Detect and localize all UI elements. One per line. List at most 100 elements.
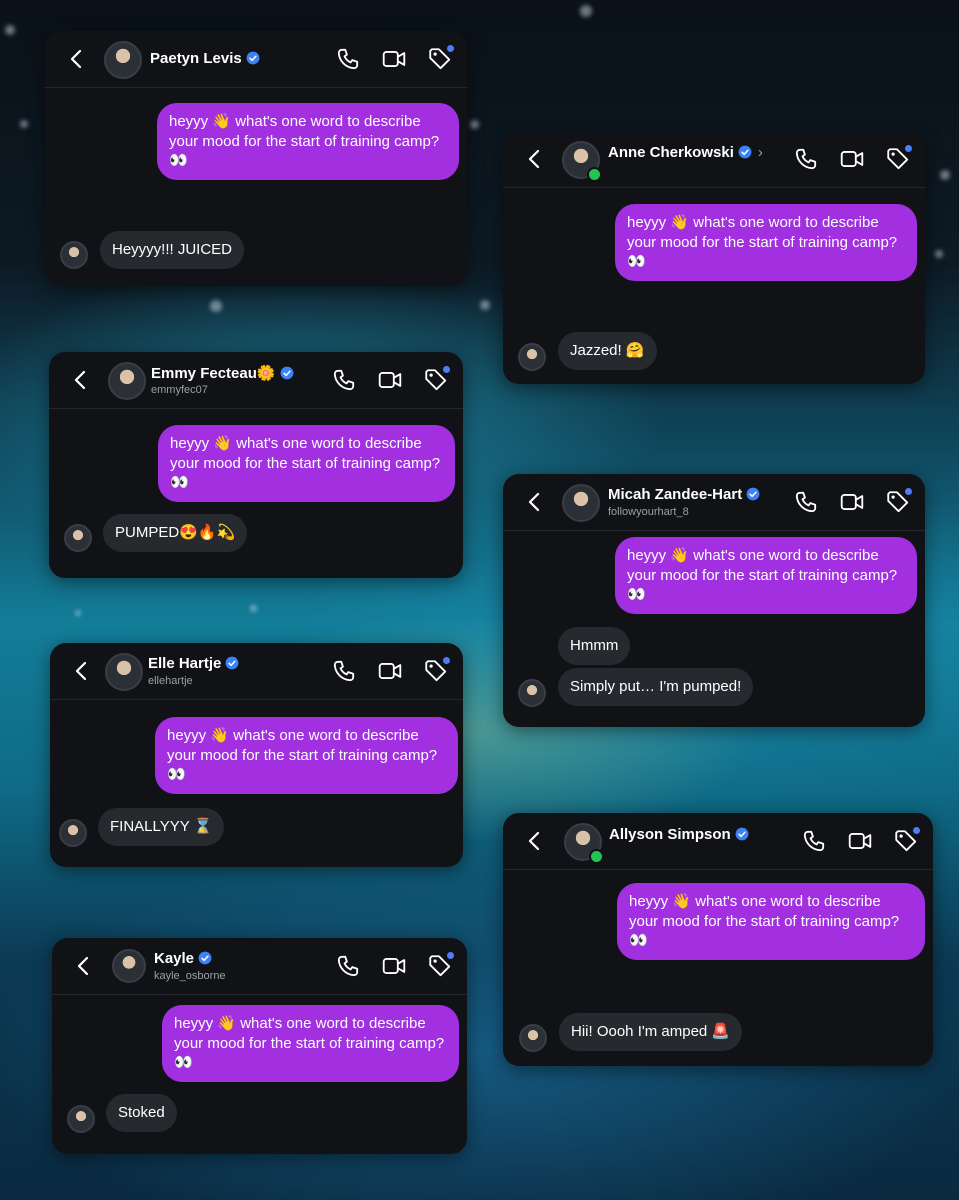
notification-dot [447,952,454,959]
contact-handle: kayle_osborne [154,970,226,982]
back-chevron-icon[interactable] [65,47,89,71]
notification-dot [443,657,450,664]
contact-name[interactable]: Elle Hartje [148,655,239,672]
avatar[interactable] [112,949,146,983]
sender-avatar [67,1105,95,1133]
chat-card-kayle: Kayle kayle_osborne heyyy 👋 what's one w… [52,938,467,1154]
contact-handle: followyourhart_8 [608,506,689,518]
back-chevron-icon[interactable] [523,147,547,171]
sender-avatar [64,524,92,552]
phone-icon[interactable] [335,953,361,979]
chat-card-paetyn-levis: Paetyn Levis heyyy 👋 what's one word to … [45,31,467,286]
phone-icon[interactable] [331,658,357,684]
sender-avatar [60,241,88,269]
bokeh-light [470,120,479,129]
sent-message: heyyy 👋 what's one word to describe your… [158,425,455,502]
bokeh-light [250,605,257,612]
received-message: Simply put… I'm pumped! [558,668,754,706]
verified-badge-icon [735,827,749,841]
chat-header: Elle Hartje ellehartje [50,643,463,700]
video-camera-icon[interactable] [381,46,407,72]
phone-icon[interactable] [335,46,361,72]
video-camera-icon[interactable] [847,828,873,854]
sent-message: heyyy 👋 what's one word to describe your… [162,1005,459,1082]
chat-header: Allyson Simpson [503,813,933,870]
received-message: Hmmm [558,627,631,665]
bokeh-light [75,610,81,616]
contact-name[interactable]: Allyson Simpson [609,826,749,843]
verified-badge-icon [225,656,239,670]
notification-dot [905,488,912,495]
chat-card-allyson-simpson: Allyson Simpson heyyy 👋 what's one word … [503,813,933,1066]
sender-avatar [519,1024,547,1052]
avatar[interactable] [108,362,146,400]
chat-card-elle-hartje: Elle Hartje ellehartje heyyy 👋 what's on… [50,643,463,867]
video-camera-icon[interactable] [377,367,403,393]
chevron-right-icon: › [757,144,763,161]
bokeh-light [20,120,28,128]
sender-avatar [59,819,87,847]
verified-badge-icon [746,487,760,501]
verified-badge-icon [280,366,293,380]
video-camera-icon[interactable] [839,146,865,172]
contact-name[interactable]: Anne Cherkowski › [608,144,763,161]
sender-avatar [518,679,546,707]
phone-icon[interactable] [793,489,819,515]
back-chevron-icon[interactable] [70,659,94,683]
notification-dot [905,145,912,152]
notification-dot [447,45,454,52]
verified-badge-icon [198,951,212,965]
chat-header: Kayle kayle_osborne [52,938,467,995]
bokeh-light [210,300,222,312]
chat-header: Anne Cherkowski › [503,131,925,188]
back-chevron-icon[interactable] [69,368,93,392]
received-message: Jazzed! 🤗 [558,332,657,370]
chat-card-emmy-fecteau: Emmy Fecteau🌼 emmyfec07 heyyy 👋 what's o… [49,352,463,578]
chat-header: Emmy Fecteau🌼 emmyfec07 [49,352,463,409]
avatar[interactable] [105,653,143,691]
contact-name[interactable]: Paetyn Levis [150,50,260,67]
received-message: PUMPED😍🔥💫 [103,514,248,552]
notification-dot [913,827,920,834]
bokeh-light [580,5,592,17]
verified-badge-icon [738,145,752,159]
back-chevron-icon[interactable] [523,490,547,514]
avatar[interactable] [104,41,142,79]
sent-message: heyyy 👋 what's one word to describe your… [617,883,925,960]
received-message: Heyyyy!!! JUICED [100,231,245,269]
chat-header: Micah Zandee-Hart followyourhart_8 [503,474,925,531]
online-status-dot [587,167,602,182]
sender-avatar [518,343,546,371]
sent-message: heyyy 👋 what's one word to describe your… [155,717,458,794]
sent-message: heyyy 👋 what's one word to describe your… [615,537,917,614]
contact-name[interactable]: Kayle [154,950,212,967]
back-chevron-icon[interactable] [523,829,547,853]
received-message: FINALLYYY ⌛ [98,808,225,846]
contact-handle: emmyfec07 [151,384,208,396]
sent-message: heyyy 👋 what's one word to describe your… [157,103,459,180]
phone-icon[interactable] [793,146,819,172]
verified-badge-icon [246,51,260,65]
sent-message: heyyy 👋 what's one word to describe your… [615,204,917,281]
phone-icon[interactable] [801,828,827,854]
avatar[interactable] [562,484,600,522]
video-camera-icon[interactable] [839,489,865,515]
contact-name[interactable]: Micah Zandee-Hart [608,486,760,503]
bokeh-light [5,25,15,35]
video-camera-icon[interactable] [381,953,407,979]
online-status-dot [589,849,604,864]
bokeh-light [935,250,943,258]
notification-dot [443,366,450,373]
contact-name[interactable]: Emmy Fecteau🌼 [151,364,294,382]
received-message: Stoked [106,1094,177,1132]
phone-icon[interactable] [331,367,357,393]
bokeh-light [480,300,490,310]
chat-card-micah-zandee-hart: Micah Zandee-Hart followyourhart_8 heyyy… [503,474,925,727]
back-chevron-icon[interactable] [72,954,96,978]
chat-card-anne-cherkowski: Anne Cherkowski › heyyy 👋 what's one word… [503,131,925,384]
contact-handle: ellehartje [148,675,193,687]
video-camera-icon[interactable] [377,658,403,684]
bokeh-light [940,170,950,180]
received-message: Hii! Oooh I'm amped 🚨 [559,1013,743,1051]
chat-header: Paetyn Levis [45,31,467,88]
